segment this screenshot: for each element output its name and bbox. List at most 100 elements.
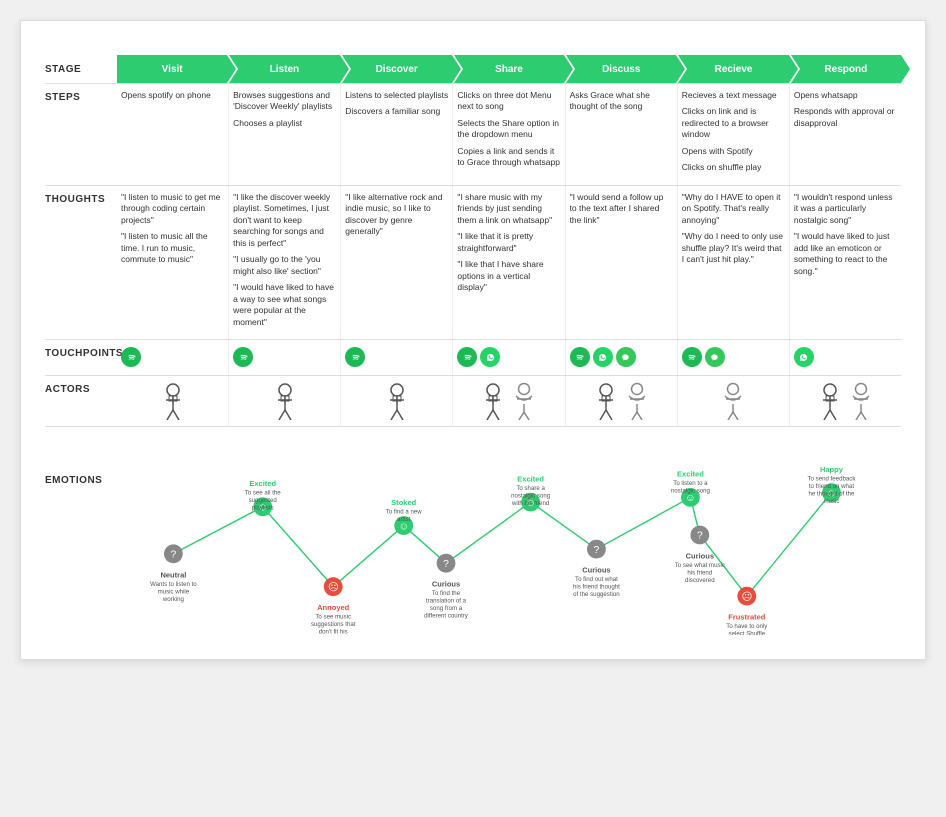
thought-item: "I usually go to the 'you might also lik… [233, 254, 336, 277]
touchpoints-cell-1 [228, 340, 340, 375]
steps-cells: Opens spotify on phoneBrowses suggestion… [117, 84, 901, 185]
svg-text:Curious: Curious [686, 551, 714, 560]
svg-text:suggested: suggested [249, 497, 277, 504]
stage-label: STAGE [45, 64, 117, 75]
thought-item: "I listen to music to get me through cod… [121, 192, 224, 226]
male-actor [159, 382, 187, 420]
svg-text:Wants to listen to: Wants to listen to [150, 581, 197, 588]
svg-text:Happy: Happy [820, 465, 844, 474]
male-actor [816, 382, 844, 420]
emotion-point-5: ☺ExcitedTo share anostalgic songwith his… [511, 474, 550, 511]
emotions-section: EMOTIONS ?NeutralWants to listen tomusic… [45, 426, 901, 635]
emotion-point-4: ?CuriousTo find thetranslation of asong … [424, 554, 469, 620]
spotify-icon [233, 347, 253, 367]
thoughts-cell-2: "I like alternative rock and indie music… [340, 186, 452, 339]
step-item: Copies a link and sends it to Grace thro… [457, 146, 560, 169]
touchpoints-cell-0 [117, 340, 228, 375]
svg-text:translation of a: translation of a [426, 598, 467, 605]
svg-text:nostalgic song: nostalgic song [511, 492, 550, 499]
touchpoints-cell-5 [677, 340, 789, 375]
step-item: Clicks on three dot Menu next to song [457, 90, 560, 113]
svg-text:To send feedback: To send feedback [807, 475, 856, 482]
spotify-icon [570, 347, 590, 367]
stage-arrow-0: Visit [117, 55, 227, 83]
svg-text:To see music: To see music [315, 614, 351, 621]
thought-item: "Why do I HAVE to open it on Spotify. Th… [682, 192, 785, 226]
stages-container: VisitListenDiscoverShareDiscussRecieveRe… [117, 55, 901, 83]
svg-text:?: ? [594, 545, 600, 556]
steps-cell-2: Listens to selected playlistsDiscovers a… [340, 84, 452, 185]
steps-row: STEPS Opens spotify on phoneBrowses sugg… [45, 83, 901, 185]
thoughts-cell-0: "I listen to music to get me through cod… [117, 186, 228, 339]
thought-item: "Why do I need to only use shuffle play?… [682, 231, 785, 265]
step-item: Opens with Spotify [682, 146, 785, 157]
svg-text:To share a: To share a [516, 485, 545, 492]
stage-arrow-4: Discuss [566, 55, 676, 83]
svg-text:nostalgic song: nostalgic song [671, 488, 710, 495]
thought-item: "I like that it is pretty straightforwar… [457, 231, 560, 254]
actors-row: ACTORS [45, 375, 901, 426]
male-actor [383, 382, 411, 420]
touchpoints-cell-6 [789, 340, 901, 375]
svg-text:To find out what: To find out what [575, 576, 618, 583]
step-item: Opens spotify on phone [121, 90, 224, 101]
step-item: Asks Grace what she thought of the song [570, 90, 673, 113]
thought-item: "I like alternative rock and indie music… [345, 192, 448, 238]
svg-text:Stoked: Stoked [391, 498, 416, 507]
emotion-point-1: ☺ExcitedTo see all thesuggestedplaylists [245, 479, 282, 516]
svg-text:music: music [823, 498, 839, 505]
imessage-icon [616, 347, 636, 367]
actors-cell-1 [228, 376, 340, 426]
stage-row: STAGE VisitListenDiscoverShareDiscussRec… [45, 55, 901, 83]
svg-text:To have to only: To have to only [726, 623, 768, 630]
svg-text:Excited: Excited [517, 474, 544, 483]
emotion-point-10: ☺HappyTo send feedbackto friend on whath… [807, 465, 856, 505]
emotions-label: EMOTIONS [45, 435, 117, 635]
step-item: Discovers a familiar song [345, 106, 448, 117]
male-actor [271, 382, 299, 420]
svg-text:Frustrated: Frustrated [728, 613, 766, 622]
page-container: STAGE VisitListenDiscoverShareDiscussRec… [20, 20, 926, 660]
thoughts-cell-4: "I would send a follow up to the text af… [565, 186, 677, 339]
svg-text:his friend thought: his friend thought [573, 584, 620, 591]
touchpoints-cell-3 [452, 340, 564, 375]
svg-text:☺: ☺ [685, 493, 696, 504]
svg-text:To see all the: To see all the [245, 490, 282, 497]
actors-cell-2 [340, 376, 452, 426]
emotion-point-2: ☹AnnoyedTo see musicsuggestions thatdon'… [311, 577, 356, 635]
svg-text:his friend: his friend [687, 569, 712, 576]
steps-cell-3: Clicks on three dot Menu next to songSel… [452, 84, 564, 185]
svg-text:he thought of the: he thought of the [809, 490, 855, 497]
whatsapp-icon [593, 347, 613, 367]
svg-text:don't fit his: don't fit his [319, 629, 348, 635]
emotions-svg: ?NeutralWants to listen tomusic whilewor… [117, 435, 901, 635]
thoughts-label: THOUGHTS [45, 186, 117, 339]
emotion-point-9: ☹FrustratedTo have to onlyselect Shuffle… [726, 587, 768, 635]
svg-text:Neutral: Neutral [160, 570, 186, 579]
steps-cell-4: Asks Grace what she thought of the song [565, 84, 677, 185]
actors-label: ACTORS [45, 376, 117, 426]
svg-text:Curious: Curious [432, 580, 460, 589]
thought-item: "I wouldn't respond unless it was a part… [794, 192, 897, 226]
male-actor [479, 382, 507, 420]
step-item: Responds with approval or disapproval [794, 106, 897, 129]
svg-text:select Shuffle: select Shuffle [729, 631, 766, 635]
actors-cell-3 [452, 376, 564, 426]
emotion-point-8: ?CuriousTo see what musichis frienddisco… [675, 526, 725, 584]
steps-cell-0: Opens spotify on phone [117, 84, 228, 185]
svg-text:music while: music while [158, 588, 190, 595]
stage-arrow-3: Share [454, 55, 564, 83]
thought-item: "I share music with my friends by just s… [457, 192, 560, 226]
emotion-point-0: ?NeutralWants to listen tomusic whilewor… [150, 544, 197, 602]
actors-cell-6 [789, 376, 901, 426]
spotify-icon [682, 347, 702, 367]
stage-arrow-2: Discover [342, 55, 452, 83]
svg-text:Annoyed: Annoyed [317, 603, 350, 612]
svg-text:artist: artist [397, 516, 411, 523]
imessage-icon [705, 347, 725, 367]
spotify-icon [121, 347, 141, 367]
svg-text:song from a: song from a [430, 605, 463, 612]
step-item: Clicks on shuffle play [682, 162, 785, 173]
thoughts-cell-6: "I wouldn't respond unless it was a part… [789, 186, 901, 339]
female-actor [510, 382, 538, 420]
